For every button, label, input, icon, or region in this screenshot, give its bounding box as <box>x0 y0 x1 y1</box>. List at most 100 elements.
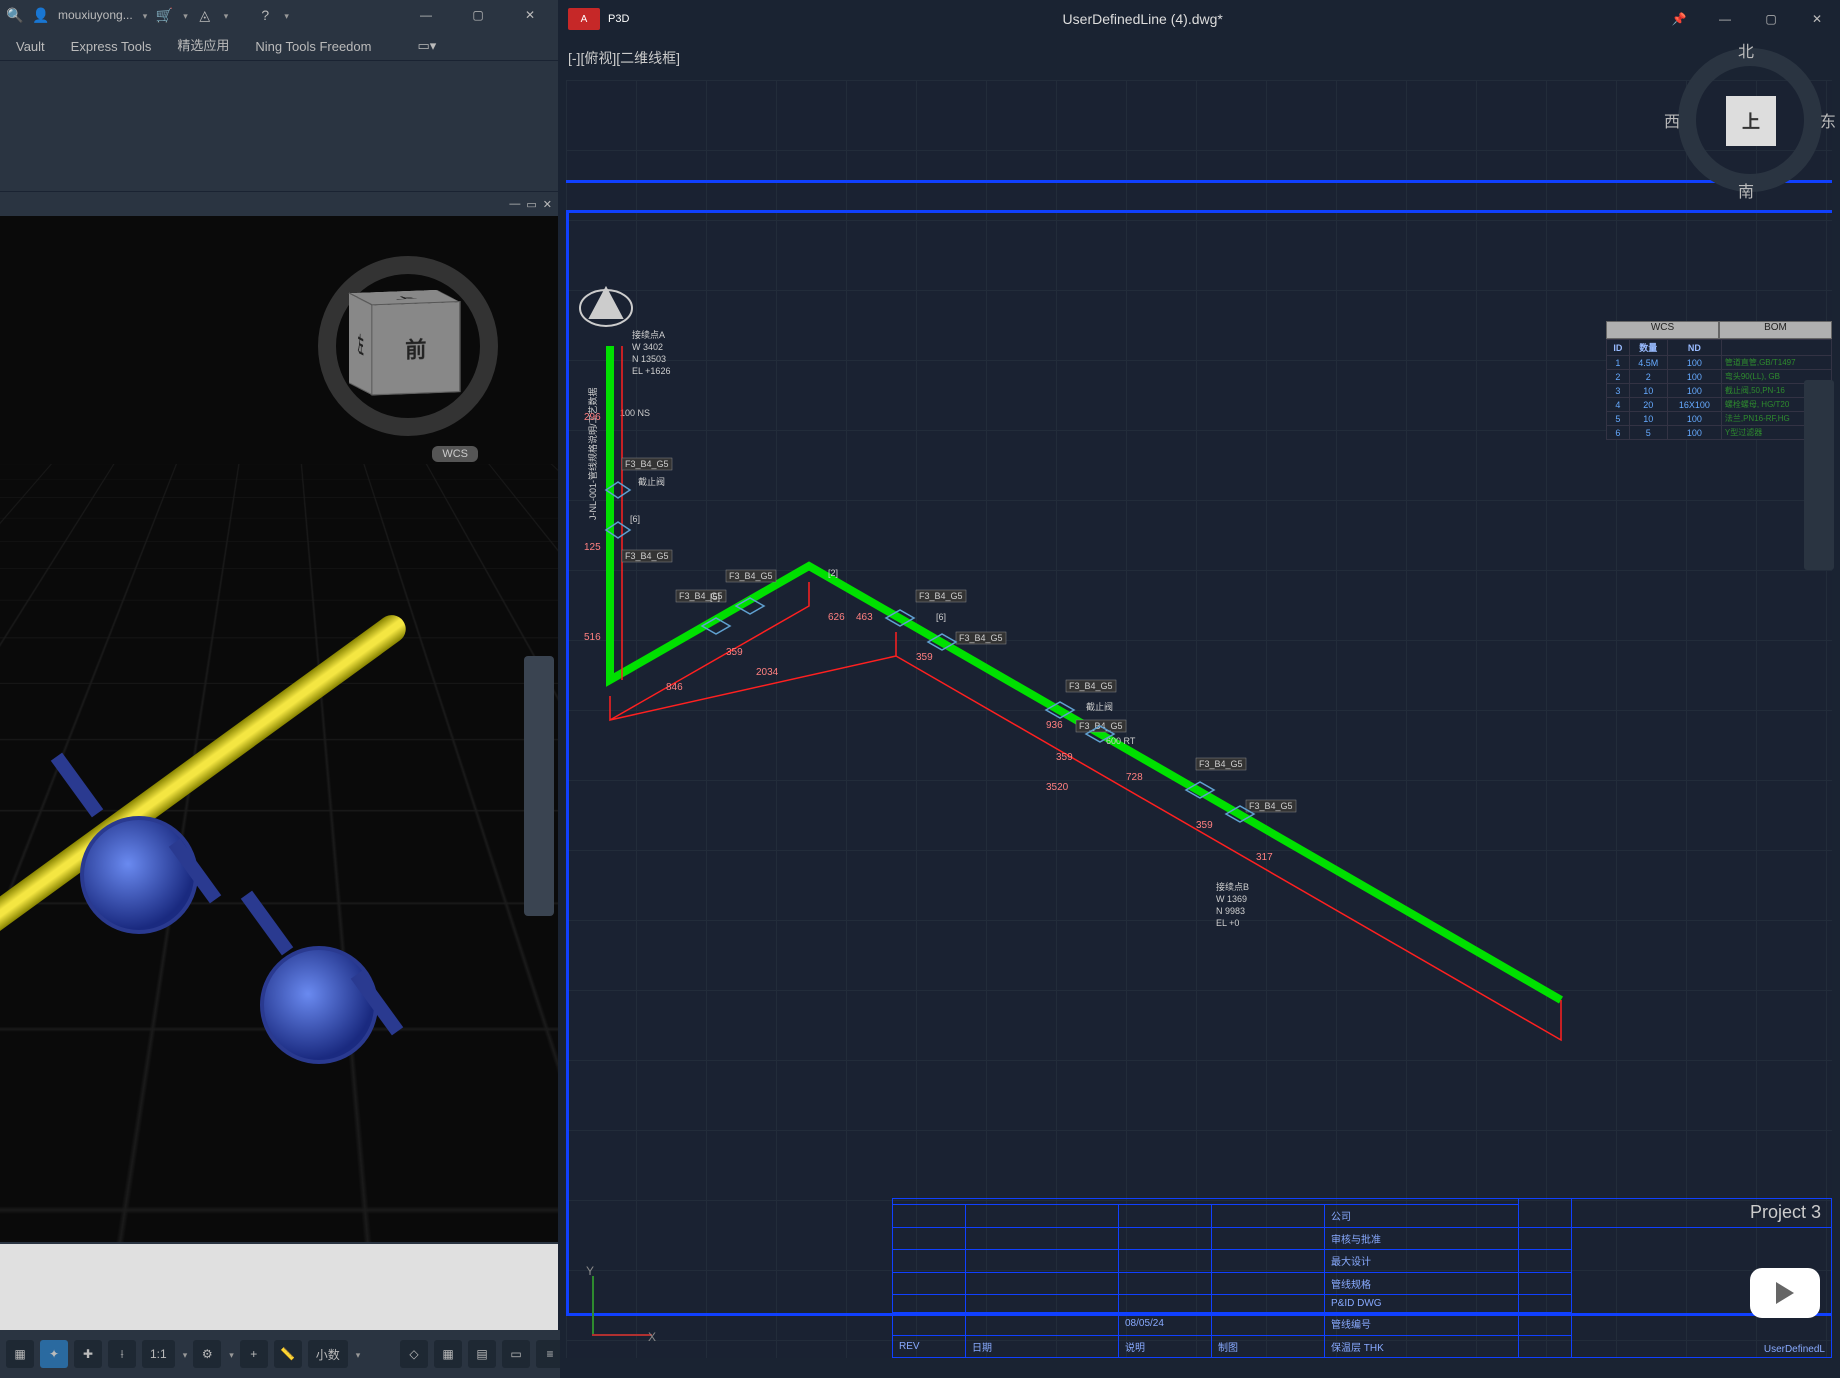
bom-row: 22100弯头90(LL), GB <box>1607 370 1832 384</box>
command-line[interactable] <box>0 1244 558 1330</box>
status-box-icon[interactable]: ▭ <box>502 1340 530 1368</box>
axis-x-label: X <box>648 1330 656 1344</box>
ribbon-overflow-button[interactable]: ▭▾ <box>407 32 446 60</box>
ribbon-tab-featured[interactable]: 精选应用 <box>167 29 239 60</box>
sheet-border-top <box>566 180 1832 213</box>
left-cad-window: 🔍 👤 mouxiuyong... 🛒 ◬ ? — ▢ ✕ Vault Expr… <box>0 0 558 1378</box>
app-brand-badge: A <box>568 8 600 30</box>
username-label[interactable]: mouxiuyong... <box>58 8 133 22</box>
status-ruler-icon[interactable]: 📏 <box>274 1340 302 1368</box>
viewcube-front[interactable]: 前 <box>371 301 460 395</box>
status-snap-icon[interactable]: ✦ <box>40 1340 68 1368</box>
status-model-icon[interactable]: ▦ <box>6 1340 34 1368</box>
ribbon-tab-vault[interactable]: Vault <box>6 33 55 60</box>
play-overlay-button[interactable] <box>1750 1268 1820 1318</box>
valve-body-1[interactable] <box>80 816 198 934</box>
cart-icon[interactable]: 🛒 <box>155 6 173 24</box>
left-viewport-container: — ▭ ✕ 前 左 上 WCS <box>0 192 558 1242</box>
bom-col-desc <box>1721 340 1831 356</box>
ribbon-tab-ning[interactable]: Ning Tools Freedom <box>245 33 381 60</box>
viewcube-cube[interactable]: 前 左 上 <box>360 295 457 398</box>
flange[interactable] <box>241 891 293 956</box>
ucs-axes-icon: Y X <box>576 1268 656 1348</box>
right-cad-window: A P3D UserDefinedLine (4).dwg* 📌 — ▢ ✕ [… <box>560 0 1840 1378</box>
right-2d-viewport[interactable]: N 接续点A W 3402 N 13503 EL +1626 100 NS J-… <box>566 80 1832 1358</box>
dock-restore-icon[interactable]: ▭ <box>526 198 536 211</box>
tb-row: 最大设计 <box>1325 1250 1519 1273</box>
bom-row: 510100法兰,PN16-RF,HG <box>1607 412 1832 426</box>
tb-row: 保温层 THK <box>1325 1335 1519 1358</box>
status-layer-icon[interactable]: ▤ <box>468 1340 496 1368</box>
status-plus-icon[interactable]: + <box>240 1340 268 1368</box>
right-viewcube[interactable]: 上 北 南 西 东 <box>1670 40 1830 200</box>
axis-y-label: Y <box>586 1264 594 1278</box>
left-3d-viewport[interactable]: 前 左 上 WCS <box>0 216 558 1242</box>
status-track-icon[interactable]: ⟊ <box>108 1340 136 1368</box>
dock-minimize-icon[interactable]: — <box>509 198 520 210</box>
pipe-3d-model[interactable] <box>0 736 550 1156</box>
left-viewcube[interactable]: 前 左 上 <box>318 256 498 436</box>
close-button[interactable]: ✕ <box>1794 0 1840 38</box>
title-block: Project 3 公司 审核与批准UserDefinedL 最大设计 管线规格… <box>892 1198 1832 1358</box>
bom-col-qty: 数量 <box>1629 340 1667 356</box>
bom-row: 310100截止阀,50,PN-16 <box>1607 384 1832 398</box>
bom-table: ID 数量 ND 14.5M100管道直管,GB/T1497 22100弯头90… <box>1606 339 1832 440</box>
help-dropdown-icon[interactable] <box>282 8 289 22</box>
tb-row: 管线编号 <box>1325 1313 1519 1336</box>
gear-dropdown-icon[interactable] <box>227 1347 234 1361</box>
viewcube-top-face[interactable]: 上 <box>1726 96 1776 146</box>
tb-hdr: 说明 <box>1119 1335 1212 1358</box>
minimize-button[interactable]: — <box>1702 0 1748 38</box>
ribbon-tab-express[interactable]: Express Tools <box>61 33 162 60</box>
signin-icon[interactable]: 👤 <box>32 6 50 24</box>
status-scale[interactable]: 1:1 <box>142 1340 175 1368</box>
minimize-button[interactable]: — <box>404 0 448 30</box>
tb-row: 审核与批准 <box>1325 1227 1519 1250</box>
user-dropdown-icon[interactable] <box>141 8 148 22</box>
status-grid2-icon[interactable]: ▦ <box>434 1340 462 1368</box>
flange[interactable] <box>51 753 103 818</box>
wcs-badge[interactable]: WCS <box>432 446 478 462</box>
left-ribbon-tabs: Vault Express Tools 精选应用 Ning Tools Free… <box>0 30 558 61</box>
bom-col-id: ID <box>1607 340 1630 356</box>
left-ribbon-panel <box>0 61 558 192</box>
close-button[interactable]: ✕ <box>508 0 552 30</box>
bom-tab-wcs[interactable]: WCS <box>1606 321 1719 339</box>
right-titlebar: A P3D UserDefinedLine (4).dwg* 📌 — ▢ ✕ <box>560 0 1840 38</box>
tb-row: P&ID DWG <box>1325 1295 1519 1313</box>
help-icon[interactable]: ? <box>256 6 274 24</box>
viewcube-south[interactable]: 南 <box>1738 178 1754 202</box>
app-icon[interactable]: ◬ <box>196 6 214 24</box>
status-iso-icon[interactable]: ◇ <box>400 1340 428 1368</box>
bom-tab-bom[interactable]: BOM <box>1719 321 1832 339</box>
status-osnap-icon[interactable]: ✚ <box>74 1340 102 1368</box>
units-dropdown-icon[interactable] <box>354 1347 361 1361</box>
restore-button[interactable]: ▢ <box>456 0 500 30</box>
left-status-bar: ▦ ✦ ✚ ⟊ 1:1 ⚙ + 📏 小数 ◇ ▦ ▤ ▭ ≡ <box>0 1330 570 1378</box>
navigation-bar[interactable] <box>1804 380 1834 570</box>
bom-col-nd: ND <box>1667 340 1721 356</box>
document-title: UserDefinedLine (4).dwg* <box>1063 11 1223 27</box>
bom-row: 42016X100螺栓螺母, HG/T20 <box>1607 398 1832 412</box>
tb-row: 管线规格 <box>1325 1272 1519 1295</box>
viewport-control-label[interactable]: [-][俯视][二维线框] <box>568 48 680 68</box>
app-dropdown-icon[interactable] <box>222 8 229 22</box>
tb-row: 公司 <box>1325 1205 1519 1228</box>
pin-icon[interactable]: 📌 <box>1656 0 1702 38</box>
status-gear-icon[interactable]: ⚙ <box>193 1340 221 1368</box>
tb-hdr: 制图 <box>1212 1335 1325 1358</box>
search-icon[interactable]: 🔍 <box>6 6 24 24</box>
status-units[interactable]: 小数 <box>308 1340 348 1368</box>
viewcube-left[interactable]: 左 <box>349 292 373 395</box>
valve-body-2[interactable] <box>260 946 378 1064</box>
dock-close-icon[interactable]: ✕ <box>543 198 552 211</box>
tb-hdr: REV <box>893 1335 966 1358</box>
viewcube-east[interactable]: 东 <box>1820 108 1836 132</box>
cart-dropdown-icon[interactable] <box>181 8 188 22</box>
viewcube-north[interactable]: 北 <box>1738 38 1754 62</box>
scale-dropdown-icon[interactable] <box>181 1347 188 1361</box>
viewcube-west[interactable]: 西 <box>1664 108 1680 132</box>
restore-button[interactable]: ▢ <box>1748 0 1794 38</box>
left-viewport-titlebar: — ▭ ✕ <box>0 192 558 216</box>
tb-date: 08/05/24 <box>1119 1313 1212 1336</box>
